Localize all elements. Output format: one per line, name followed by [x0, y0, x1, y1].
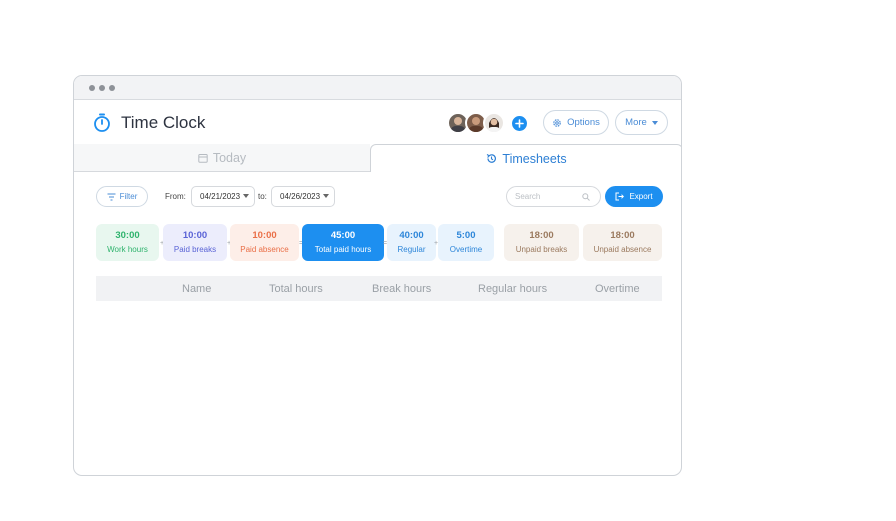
stat-label: Regular	[397, 245, 426, 254]
column-header[interactable]: Total hours	[269, 283, 323, 295]
app-window: Time Clock Options More Today Timesheets…	[73, 75, 682, 476]
stat-value: 45:00	[330, 230, 356, 241]
search-input[interactable]: Search	[506, 186, 601, 207]
tab-today-label: Today	[212, 150, 247, 165]
filter-label: Filter	[119, 192, 138, 201]
stat-value: 10:00	[252, 230, 277, 241]
export-label: Export	[629, 192, 653, 201]
column-header[interactable]: Regular hours	[478, 283, 547, 295]
table-header: Name Total hours Break hours Regular hou…	[96, 276, 662, 301]
chevron-down-icon	[651, 120, 658, 125]
stat-paid-absence: 10:00 Paid absence	[230, 224, 299, 261]
export-icon	[615, 192, 625, 201]
column-header[interactable]: Name	[182, 283, 211, 295]
avatar-group[interactable]	[447, 112, 509, 134]
filter-toolbar: Filter From: 04/21/2023 to: 04/26/2023 S…	[74, 184, 681, 208]
from-label: From:	[165, 192, 186, 201]
more-label: More	[625, 117, 647, 128]
stat-label: Paid breaks	[173, 245, 217, 254]
filter-icon	[107, 193, 116, 200]
to-date-select[interactable]: 04/26/2023	[271, 186, 335, 207]
stat-label: Overtime	[449, 245, 483, 254]
more-button[interactable]: More	[615, 110, 668, 135]
stat-work-hours: 30:00 Work hours	[96, 224, 159, 261]
stat-value: 5:00	[456, 230, 476, 241]
options-label: Options	[567, 117, 600, 128]
add-user-button[interactable]	[512, 116, 527, 131]
to-label: to:	[258, 192, 267, 201]
from-date-value: 04/21/2023	[200, 192, 241, 201]
stat-unpaid-absence: 18:00 Unpaid absence	[583, 224, 662, 261]
chevron-down-icon	[243, 194, 249, 198]
export-button[interactable]: Export	[605, 186, 663, 207]
summary-stats: 30:00 Work hours + 10:00 Paid breaks + 1…	[74, 224, 681, 262]
window-dot	[89, 85, 95, 91]
stopwatch-icon	[94, 113, 110, 132]
window-dot	[109, 85, 115, 91]
chevron-down-icon	[323, 194, 329, 198]
stat-value: 10:00	[182, 230, 208, 241]
stat-label: Paid absence	[240, 245, 289, 254]
stat-value: 40:00	[399, 230, 424, 241]
column-header[interactable]: Overtime	[595, 283, 640, 295]
stat-value: 30:00	[115, 230, 140, 241]
stat-label: Work hours	[107, 245, 148, 254]
tab-bar: Today Timesheets	[74, 144, 681, 172]
app-header: Time Clock Options More	[74, 100, 681, 144]
stat-total-paid-hours: 45:00 Total paid hours	[302, 224, 384, 261]
gear-icon	[553, 118, 561, 127]
to-date-value: 04/26/2023	[280, 192, 321, 201]
stat-label: Unpaid breaks	[515, 245, 568, 254]
stat-value: 18:00	[610, 230, 635, 241]
tab-timesheets[interactable]: Timesheets	[370, 144, 681, 172]
stat-overtime: 5:00 Overtime	[438, 224, 494, 261]
search-placeholder: Search	[515, 192, 541, 201]
history-icon	[487, 154, 497, 163]
stat-paid-breaks: 10:00 Paid breaks	[163, 224, 227, 261]
plus-icon	[515, 119, 524, 128]
options-button[interactable]: Options	[543, 110, 609, 135]
stat-label: Unpaid absence	[593, 245, 652, 254]
search-icon	[582, 193, 590, 201]
avatar[interactable]	[483, 112, 505, 134]
calendar-icon	[198, 153, 208, 163]
stat-label: Total paid hours	[314, 245, 372, 254]
from-date-select[interactable]: 04/21/2023	[191, 186, 255, 207]
stat-unpaid-breaks: 18:00 Unpaid breaks	[504, 224, 579, 261]
filter-button[interactable]: Filter	[96, 186, 148, 207]
tab-today[interactable]: Today	[74, 144, 370, 172]
stat-value: 18:00	[529, 230, 554, 241]
stat-regular: 40:00 Regular	[387, 224, 436, 261]
column-header[interactable]: Break hours	[372, 283, 431, 295]
tab-timesheets-label: Timesheets	[502, 151, 567, 166]
window-titlebar	[74, 76, 681, 100]
app-title: Time Clock	[121, 113, 206, 132]
window-dot	[99, 85, 105, 91]
